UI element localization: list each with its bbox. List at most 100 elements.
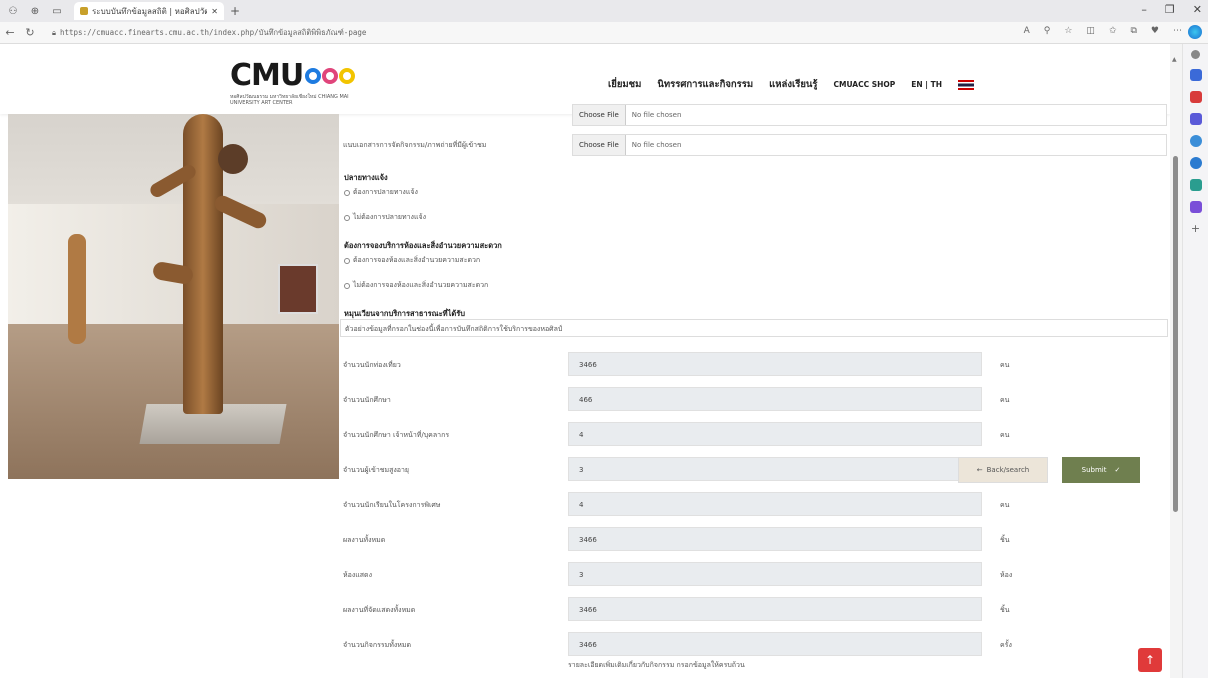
page-scrollbar[interactable]: ▲ xyxy=(1170,44,1182,678)
radio-label: ไม่ต้องการปลายทางแจ้ง xyxy=(353,213,426,221)
tab-actions-icon[interactable]: ▭ xyxy=(48,2,66,20)
helper-note: รายละเอียดเพิ่มเติมเกี่ยวกับกิจกรรม กรอก… xyxy=(568,661,745,669)
games-icon[interactable] xyxy=(1189,135,1202,147)
file-input[interactable]: Choose File No file chosen xyxy=(572,134,1167,156)
services-textbox[interactable]: ตัวอย่างข้อมูลที่กรอกในช่องนี้เพื่อการบั… xyxy=(340,319,1168,337)
field-label: ห้องแสดง xyxy=(343,571,372,579)
radio-option[interactable]: ต้องการจองห้องและสิ่งอำนวยความสะดวก xyxy=(344,255,502,266)
scrollbar-thumb[interactable] xyxy=(1173,156,1178,512)
url-text: https://cmuacc.finearts.cmu.ac.th/index.… xyxy=(60,27,367,37)
menu-item-exhibitions[interactable]: นิทรรศการและกิจกรรม xyxy=(657,77,753,92)
people-icon[interactable] xyxy=(1189,113,1202,125)
field-row: จำนวนนักเรียนในโครงการพิเศษ 4 คน xyxy=(340,492,1170,518)
radio-option[interactable]: ไม่ต้องการจองห้องและสิ่งอำนวยความสะดวก xyxy=(344,280,502,291)
field-unit: คน xyxy=(1000,361,1010,369)
thai-flag-icon[interactable] xyxy=(958,79,975,90)
tab-close-icon[interactable]: ✕ xyxy=(211,7,218,16)
radio-icon[interactable] xyxy=(344,214,350,221)
minimize-button[interactable]: – xyxy=(1141,3,1147,16)
collections-icon[interactable]: ⧉ xyxy=(1130,26,1136,36)
field-row: จำนวนนักท่องเที่ยว 3466 คน xyxy=(340,352,1170,378)
back-icon[interactable]: ← xyxy=(0,26,20,39)
number-input[interactable]: 4 xyxy=(568,422,982,446)
radio-label: ต้องการจองห้องและสิ่งอำนวยความสะดวก xyxy=(353,256,481,264)
back-search-button[interactable]: ← Back/search xyxy=(958,457,1048,483)
section-booking: ต้องการจองบริการห้องและสิ่งอำนวยความสะดว… xyxy=(344,240,502,291)
menu-item-learning[interactable]: แหล่งเรียนรู้ xyxy=(769,77,817,92)
favorite-icon[interactable]: ☆ xyxy=(1064,26,1072,36)
maximize-button[interactable]: ❐ xyxy=(1165,3,1175,16)
browser-tab-bar: ⚇ ⊕ ▭ ระบบบันทึกข้อมูลสถิติ | หอศิลปวัฒน… xyxy=(0,0,1208,22)
add-sidebar-icon[interactable]: + xyxy=(1190,223,1202,235)
scroll-up-icon[interactable]: ▲ xyxy=(1172,56,1177,63)
close-window-button[interactable]: ✕ xyxy=(1193,3,1202,16)
extensions-icon[interactable]: ⚲ xyxy=(1044,26,1051,36)
field-label: ผลงานทั้งหมด xyxy=(343,536,386,544)
gallery-photo xyxy=(8,114,339,479)
logo-text: CMU xyxy=(230,58,304,93)
copilot-sidebar-icon[interactable] xyxy=(1189,69,1202,81)
file-label: แนบเอกสารการจัดกิจกรรม/ภาพถ่ายที่มีผู้เข… xyxy=(343,141,487,149)
number-input[interactable]: 3466 xyxy=(568,632,982,656)
logo-mark-icon xyxy=(305,67,356,84)
file-input[interactable]: Choose File No file chosen xyxy=(572,104,1167,126)
file-status: No file chosen xyxy=(631,141,682,149)
performance-icon[interactable]: ♥ xyxy=(1151,26,1159,36)
drop-icon[interactable] xyxy=(1189,179,1202,191)
choose-file-button[interactable]: Choose File xyxy=(573,135,626,155)
shopping-icon[interactable] xyxy=(1189,91,1202,103)
submit-button[interactable]: Submit ✓ xyxy=(1062,457,1140,483)
field-row: ผลงานที่จัดแสดงทั้งหมด 3466 ชิ้น xyxy=(340,597,1170,623)
field-unit: คน xyxy=(1000,501,1010,509)
browser-tab[interactable]: ระบบบันทึกข้อมูลสถิติ | หอศิลปวัฒนธรรม ม… xyxy=(74,2,224,20)
favorites-bar-icon[interactable]: ✩ xyxy=(1109,26,1117,36)
menu-item-shop[interactable]: CMUACC SHOP xyxy=(833,80,895,89)
choose-file-button[interactable]: Choose File xyxy=(573,105,626,125)
copilot-icon[interactable] xyxy=(1188,25,1202,39)
field-unit: ชิ้น xyxy=(1000,606,1010,614)
search-icon[interactable] xyxy=(1191,50,1200,59)
read-aloud-icon[interactable]: A xyxy=(1024,26,1030,36)
back-label: Back/search xyxy=(986,466,1030,474)
field-unit: ชิ้น xyxy=(1000,536,1010,544)
number-input[interactable]: 3 xyxy=(568,562,982,586)
field-row: จำนวนกิจกรรมทั้งหมด 3466 ครั้ง xyxy=(340,632,1170,658)
url-field[interactable]: 🔒︎ https://cmuacc.finearts.cmu.ac.th/ind… xyxy=(52,25,852,41)
services-text: ตัวอย่างข้อมูลที่กรอกในช่องนี้เพื่อการบั… xyxy=(345,325,563,333)
radio-icon[interactable] xyxy=(344,189,350,196)
section-announce: ปลายทางแจ้ง ต้องการปลายทางแจ้ง ไม่ต้องกา… xyxy=(344,172,426,223)
number-input[interactable]: 3466 xyxy=(568,597,982,621)
field-unit: คน xyxy=(1000,431,1010,439)
split-screen-icon[interactable]: ◫ xyxy=(1086,26,1095,36)
back-to-top-button[interactable]: ↑ xyxy=(1138,648,1162,672)
menu-item-visit[interactable]: เยี่ยมชม xyxy=(608,77,641,92)
tools-icon[interactable] xyxy=(1189,201,1202,213)
field-unit: ห้อง xyxy=(1000,571,1013,579)
field-label: จำนวนนักศึกษา เจ้าหน้าที่/บุคลากร xyxy=(343,431,450,439)
section-heading: ต้องการจองบริการห้องและสิ่งอำนวยความสะดว… xyxy=(344,241,502,250)
new-tab-button[interactable]: + xyxy=(230,4,240,18)
radio-icon[interactable] xyxy=(344,282,350,289)
field-label: จำนวนกิจกรรมทั้งหมด xyxy=(343,641,412,649)
radio-option[interactable]: ไม่ต้องการปลายทางแจ้ง xyxy=(344,212,426,223)
radio-icon[interactable] xyxy=(344,257,350,264)
file-upload-row: แนบเอกสารการจัดกิจกรรม/ภาพถ่ายที่มีผู้เข… xyxy=(340,134,1170,156)
field-row: ผลงานทั้งหมด 3466 ชิ้น xyxy=(340,527,1170,553)
check-icon: ✓ xyxy=(1114,466,1121,474)
office-icon[interactable] xyxy=(1189,157,1202,169)
radio-option[interactable]: ต้องการปลายทางแจ้ง xyxy=(344,187,426,198)
web-page: CMU หอศิลปวัฒนธรรม มหาวิทยาลัยเชียงใหม่ … xyxy=(0,44,1182,678)
number-input[interactable]: 466 xyxy=(568,387,982,411)
number-input[interactable]: 4 xyxy=(568,492,982,516)
refresh-icon[interactable]: ↻ xyxy=(20,26,40,39)
tab-title: ระบบบันทึกข้อมูลสถิติ | หอศิลปวัฒนธรรม ม… xyxy=(92,6,207,16)
workspaces-icon[interactable]: ⊕ xyxy=(26,2,44,20)
number-input[interactable]: 3 xyxy=(568,457,982,481)
more-icon[interactable]: ⋯ xyxy=(1173,26,1182,36)
profile-icon[interactable]: ⚇ xyxy=(4,2,22,20)
site-logo[interactable]: CMU หอศิลปวัฒนธรรม มหาวิทยาลัยเชียงใหม่ … xyxy=(230,58,360,106)
number-input[interactable]: 3466 xyxy=(568,527,982,551)
field-label: จำนวนนักเรียนในโครงการพิเศษ xyxy=(343,501,441,509)
menu-item-language[interactable]: EN | TH xyxy=(911,80,942,89)
number-input[interactable]: 3466 xyxy=(568,352,982,376)
